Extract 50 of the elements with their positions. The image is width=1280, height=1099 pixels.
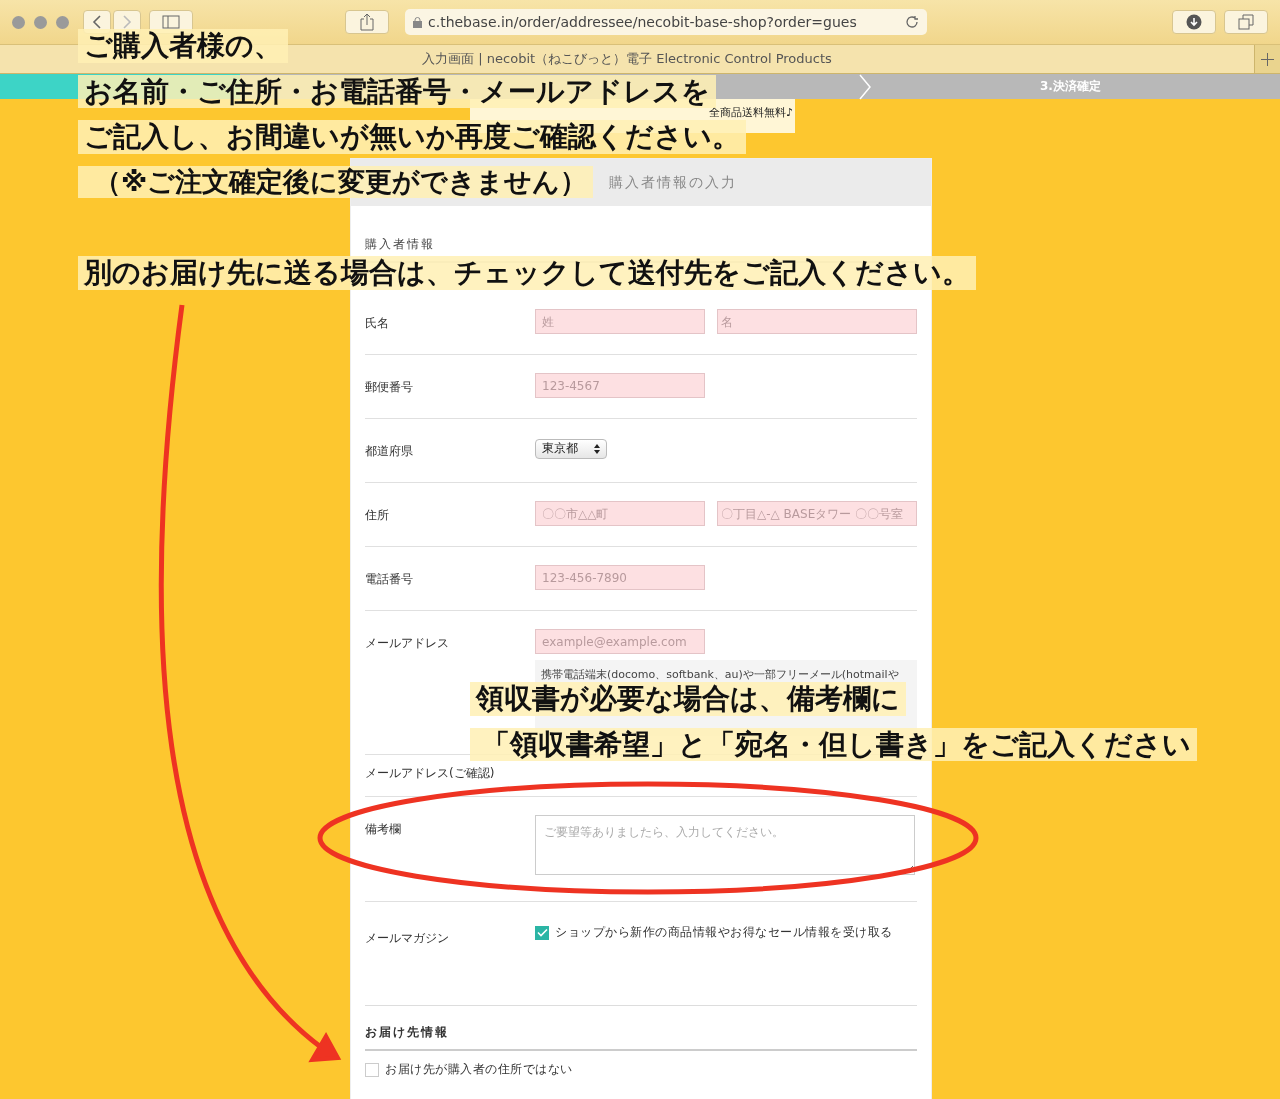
- input-field[interactable]: 姓: [535, 309, 705, 334]
- annotation-text: 別のお届け先に送る場合は、チェックして送付先をご記入ください。: [78, 256, 976, 290]
- share-icon: [360, 13, 374, 31]
- chevron-left-icon: [92, 15, 102, 29]
- field-label: 氏名: [365, 315, 390, 332]
- annotation-text: ご記入し、お間違いが無いか再度ご確認ください。: [78, 120, 746, 154]
- annotation-text: 「領収書希望」と「宛名・但し書き」をご記入ください: [470, 727, 1197, 762]
- field-label: 電話番号: [365, 571, 414, 588]
- lock-icon: [413, 16, 422, 28]
- annotation-text: ご購入者様の、: [78, 29, 288, 63]
- annotation-text: お名前・ご住所・お電話番号・メールアドレスを: [78, 74, 716, 109]
- tab-title[interactable]: 入力画面 | necobit（ねこびっと）電子 Electronic Control Products: [422, 50, 832, 68]
- close-icon[interactable]: [12, 15, 25, 29]
- checkbox[interactable]: [535, 925, 549, 940]
- download-icon: [1186, 14, 1202, 30]
- zoom-icon[interactable]: [56, 15, 69, 29]
- field-label: 住所: [365, 507, 390, 524]
- field-label: 都道府県: [365, 443, 414, 460]
- share-button[interactable]: [345, 10, 389, 34]
- remarks-field[interactable]: ご要望等ありましたら、入力してください。: [535, 815, 915, 875]
- chevron-right-icon: [858, 74, 872, 100]
- downloads-button[interactable]: [1172, 10, 1216, 34]
- updown-icon: [594, 443, 600, 454]
- input-field[interactable]: 123-456-7890: [535, 565, 705, 590]
- input-field[interactable]: 123-4567: [535, 373, 705, 398]
- prefecture-select[interactable]: 東京都: [535, 438, 607, 459]
- card-title: 購入者情報の入力: [609, 173, 737, 192]
- plus-icon: [1261, 52, 1274, 66]
- reload-icon[interactable]: [905, 15, 919, 29]
- minimize-icon[interactable]: [34, 15, 47, 29]
- field-label: 備考欄: [365, 821, 402, 838]
- tabs-icon: [1238, 14, 1254, 30]
- field-label: メールアドレス(ご確認): [365, 765, 496, 782]
- section-title: お届け先情報: [365, 1006, 917, 1051]
- chevron-right-icon: [122, 15, 132, 29]
- checkbox[interactable]: [365, 1062, 379, 1077]
- input-field[interactable]: 名: [717, 309, 917, 334]
- field-label: 郵便番号: [365, 379, 414, 396]
- tabs-button[interactable]: [1224, 10, 1268, 34]
- input-field[interactable]: example@example.com: [535, 629, 705, 654]
- checkbox-label: ショップから新作の商品情報やお得なセール情報を受け取る: [555, 924, 893, 941]
- sidebar-icon: [162, 15, 180, 29]
- field-label: メールアドレス: [365, 635, 450, 652]
- url-text: c.thebase.in/order/addressee/necobit-base-shop?order=gues: [428, 14, 858, 30]
- annotation-text: （※ご注文確定後に変更ができません）: [78, 165, 594, 199]
- checkbox-label: お届け先が購入者の住所ではない: [385, 1061, 573, 1078]
- annotation-text: 領収書が必要な場合は、備考欄に: [470, 682, 906, 716]
- note-text: 携帯電話端末(docomo、softbank、au)や一部フリーメール(hotmailや: [541, 668, 899, 681]
- address-bar[interactable]: c.thebase.in/order/addressee/necobit-base-shop?order=gues: [405, 9, 927, 35]
- field-label: メールマガジン: [365, 930, 450, 947]
